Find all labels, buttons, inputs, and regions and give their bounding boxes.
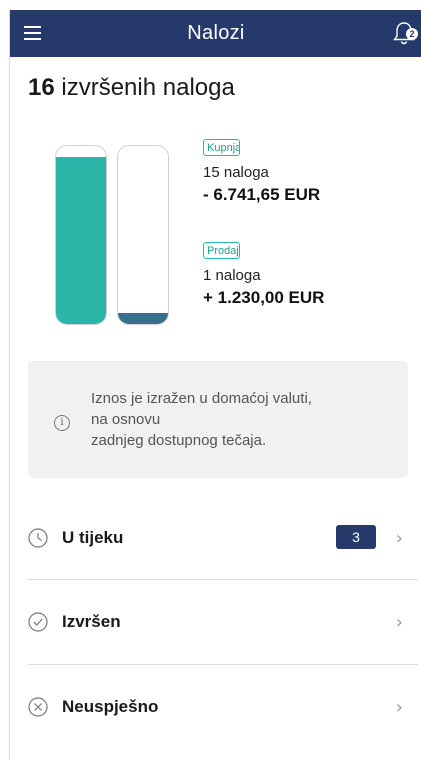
divider xyxy=(28,664,418,665)
app-header: Nalozi 2 xyxy=(10,10,421,57)
buy-amount: - 6.741,65 EUR xyxy=(203,185,321,204)
notifications-button[interactable]: 2 xyxy=(392,20,420,48)
orders-summary: 16 izvršenih naloga xyxy=(28,74,235,102)
status-label: Neuspješno xyxy=(62,697,159,716)
buy-bar xyxy=(55,145,107,325)
check-circle-icon xyxy=(28,612,48,632)
sell-amount: + 1.230,00 EUR xyxy=(203,288,325,307)
buy-bar-fill xyxy=(56,157,106,324)
divider xyxy=(28,579,418,580)
executed-label: izvršenih naloga xyxy=(61,74,235,101)
sell-bar-fill xyxy=(118,312,168,324)
status-count-badge: 3 xyxy=(336,525,376,549)
status-label: U tijeku xyxy=(62,528,124,547)
status-item-in-progress[interactable]: U tijeku 3 › xyxy=(28,498,408,582)
sell-bar xyxy=(117,145,169,325)
clock-icon xyxy=(28,528,48,548)
orders-screen: Nalozi 2 16 izvršenih naloga Kupnja 15 n… xyxy=(9,10,421,760)
x-circle-icon xyxy=(28,697,48,717)
buy-count: 15 naloga xyxy=(203,164,269,181)
buy-tag: Kupnja xyxy=(203,139,240,156)
sell-count: 1 naloga xyxy=(203,267,261,284)
status-item-failed[interactable]: Neuspješno › xyxy=(28,667,408,751)
info-circle-icon: i xyxy=(54,415,70,431)
chevron-right-icon: › xyxy=(395,528,403,549)
page-title: Nalozi xyxy=(187,22,245,44)
currency-info-box: i Iznos je izražen u domaćoj valuti, na … xyxy=(28,361,408,478)
sell-tag: Prodaja xyxy=(203,242,240,259)
sell-group: Prodaja 1 naloga + 1.230,00 EUR xyxy=(203,242,324,308)
notification-badge: 2 xyxy=(406,28,418,40)
status-item-executed[interactable]: Izvršen › xyxy=(28,582,408,666)
chevron-right-icon: › xyxy=(395,612,403,633)
buy-group: Kupnja 15 naloga - 6.741,65 EUR xyxy=(203,139,320,205)
currency-info-text: Iznos je izražen u domaćoj valuti, na os… xyxy=(91,390,312,449)
status-label: Izvršen xyxy=(62,612,121,631)
executed-count: 16 xyxy=(28,74,55,101)
chevron-right-icon: › xyxy=(395,697,403,718)
